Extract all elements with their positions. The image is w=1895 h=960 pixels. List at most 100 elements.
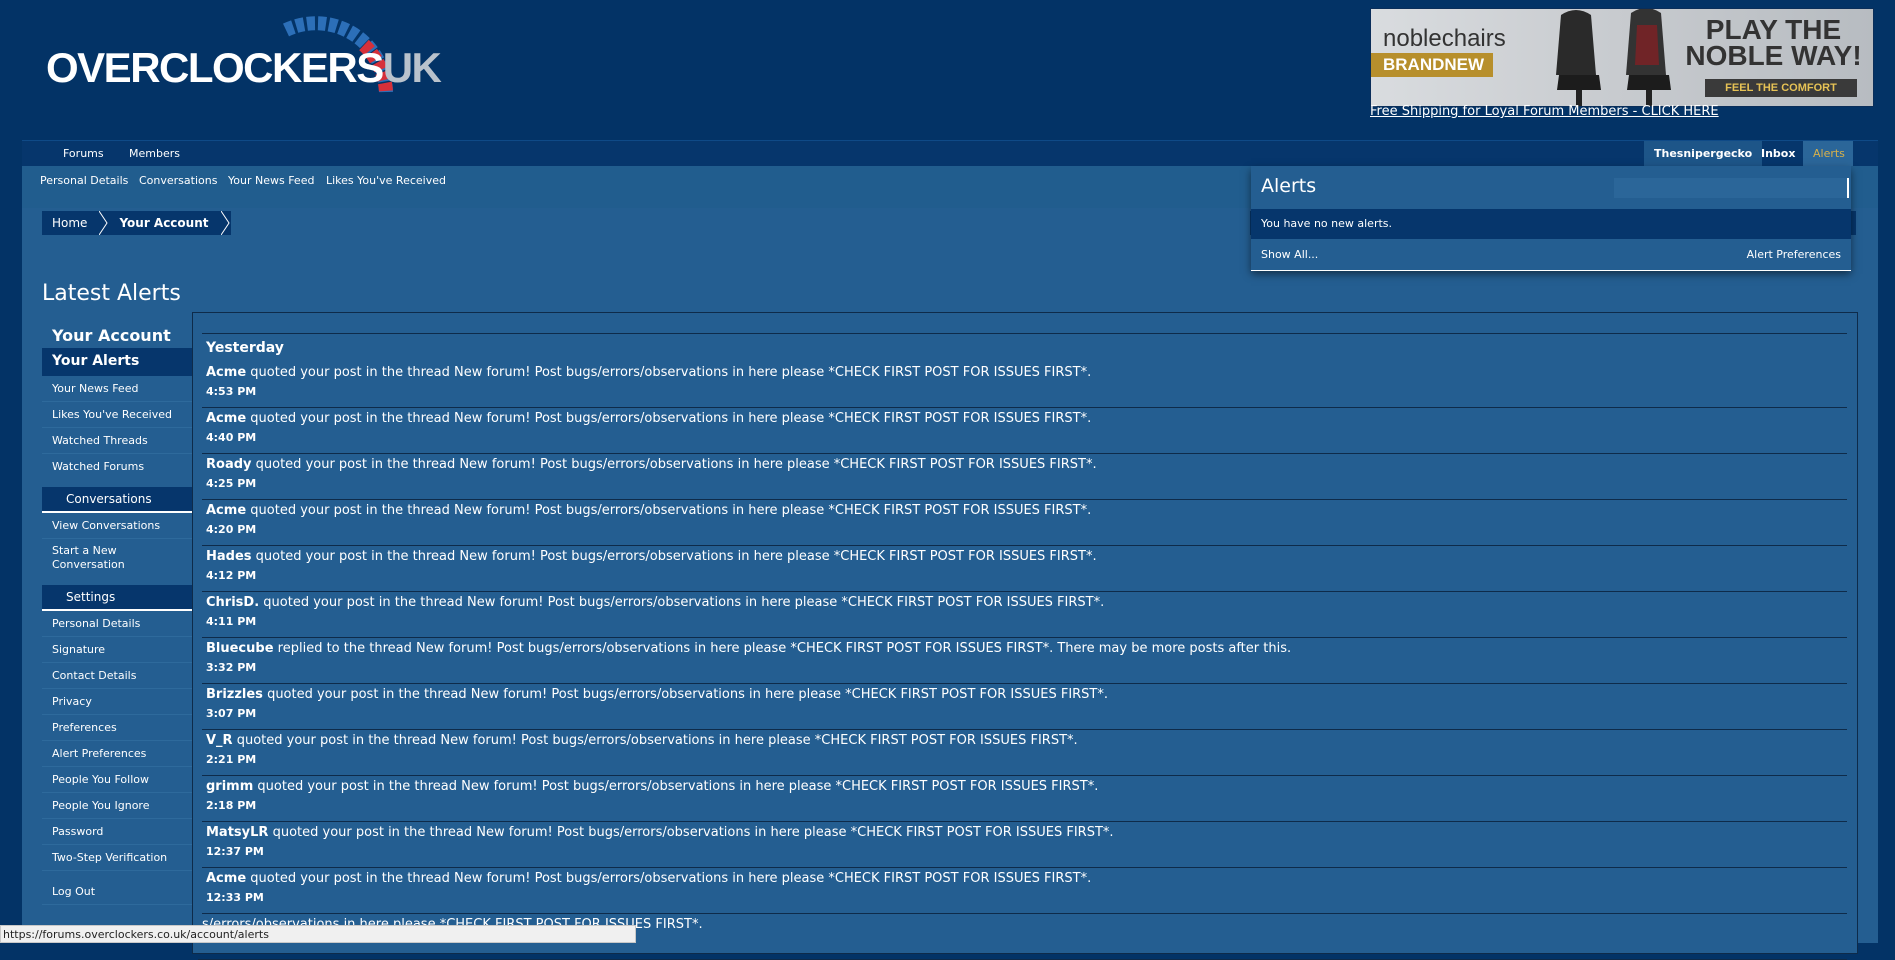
breadcrumb-home[interactable]: Home — [42, 211, 99, 235]
alert-username-link[interactable]: Hades — [206, 549, 252, 564]
ad-banner[interactable]: noblechairs BRANDNEW PLAY THE NOBLE WAY!… — [1370, 8, 1874, 107]
alert-line: V_R quoted your post in the thread New f… — [206, 730, 1847, 748]
alert-line: Acme quoted your post in the thread New … — [206, 868, 1847, 886]
sidebar-item-signature[interactable]: Signature — [42, 637, 192, 663]
inbox-tab[interactable]: Inbox — [1751, 141, 1805, 166]
alert-text[interactable]: quoted your post in the thread New forum… — [267, 687, 1108, 702]
banner-cta-button[interactable]: FEEL THE COMFORT — [1705, 79, 1857, 97]
alert-row[interactable]: Acme quoted your post in the thread New … — [202, 500, 1847, 546]
alert-row[interactable]: Brizzles quoted your post in the thread … — [202, 684, 1847, 730]
sidebar-item-watched-forums[interactable]: Watched Forums — [42, 454, 192, 479]
alert-time: 4:40 PM — [206, 431, 257, 444]
alert-time: 12:33 PM — [206, 891, 264, 904]
sidebar-item-logout[interactable]: Log Out — [42, 879, 192, 905]
alert-time: 4:53 PM — [206, 385, 257, 398]
alert-text[interactable]: quoted your post in the thread New forum… — [250, 871, 1091, 886]
alert-row[interactable]: Acme quoted your post in the thread New … — [202, 868, 1847, 914]
sidebar-item-people-you-follow[interactable]: People You Follow — [42, 767, 192, 793]
alerts-popup-title: Alerts — [1261, 175, 1317, 197]
sidebar-item-your-alerts[interactable]: Your Alerts — [42, 348, 192, 376]
breadcrumb: Home Your Account — [42, 211, 231, 235]
banner-tagline: PLAY THE NOBLE WAY! — [1685, 14, 1862, 71]
sidebar-item-start-conversation[interactable]: Start a New Conversation — [42, 539, 192, 577]
alert-username-link[interactable]: ChrisD. — [206, 595, 259, 610]
alert-line: Acme quoted your post in the thread New … — [206, 408, 1847, 426]
alert-text[interactable]: quoted your post in the thread New forum… — [256, 549, 1097, 564]
sidebar-item-watched-threads[interactable]: Watched Threads — [42, 428, 192, 454]
breadcrumb-separator-icon — [220, 211, 231, 235]
alert-time: 4:11 PM — [206, 615, 257, 628]
alerts-show-all-link[interactable]: Show All... — [1261, 239, 1318, 270]
sidebar-item-likes[interactable]: Likes You've Received — [42, 402, 192, 428]
logo-suffix-text: UK — [382, 44, 442, 91]
alert-text[interactable]: quoted your post in the thread New forum… — [256, 457, 1097, 472]
alert-text[interactable]: quoted your post in the thread New forum… — [257, 779, 1098, 794]
subnav-likes[interactable]: Likes You've Received — [326, 174, 446, 187]
alert-username-link[interactable]: MatsyLR — [206, 825, 268, 840]
alert-line: Roady quoted your post in the thread New… — [206, 454, 1847, 472]
alert-text[interactable]: quoted your post in the thread New forum… — [263, 595, 1104, 610]
sidebar-item-contact-details[interactable]: Contact Details — [42, 663, 192, 689]
alerts-popup-empty-message: You have no new alerts. — [1251, 209, 1851, 239]
alert-row[interactable]: Acme quoted your post in the thread New … — [202, 362, 1847, 408]
breadcrumb-your-account[interactable]: Your Account — [109, 211, 220, 235]
alert-row[interactable]: Roady quoted your post in the thread New… — [202, 454, 1847, 500]
subnav-personal-details[interactable]: Personal Details — [40, 174, 128, 187]
alert-text[interactable]: quoted your post in the thread New forum… — [237, 733, 1078, 748]
alert-text[interactable]: quoted your post in the thread New forum… — [250, 365, 1091, 380]
sidebar-item-alert-preferences[interactable]: Alert Preferences — [42, 741, 192, 767]
alert-line: Acme quoted your post in the thread New … — [206, 500, 1847, 518]
alert-text[interactable]: quoted your post in the thread New forum… — [273, 825, 1114, 840]
main-navbar: Forums Members Thesnipergecko Inbox Aler… — [22, 140, 1878, 167]
alert-line: Acme quoted your post in the thread New … — [206, 362, 1847, 380]
sidebar-section-settings: Settings — [42, 585, 192, 611]
sidebar-item-two-step[interactable]: Two-Step Verification — [42, 845, 192, 871]
sidebar-item-view-conversations[interactable]: View Conversations — [42, 513, 192, 539]
alert-row[interactable]: Hades quoted your post in the thread New… — [202, 546, 1847, 592]
sidebar-heading[interactable]: Your Account — [42, 322, 192, 348]
alert-username-link[interactable]: Acme — [206, 365, 246, 380]
alert-time: 3:32 PM — [206, 661, 257, 674]
alert-line: Bluecube replied to the thread New forum… — [206, 638, 1847, 656]
alert-username-link[interactable]: Roady — [206, 457, 252, 472]
alert-time: 4:25 PM — [206, 477, 257, 490]
alert-row[interactable]: grimm quoted your post in the thread New… — [202, 776, 1847, 822]
sidebar-item-password[interactable]: Password — [42, 819, 192, 845]
tab-forums[interactable]: Forums — [63, 147, 104, 160]
site-logo[interactable]: OVERCLOCKERSUK — [44, 10, 442, 100]
alert-line: ChrisD. quoted your post in the thread N… — [206, 592, 1847, 610]
alert-line: Hades quoted your post in the thread New… — [206, 546, 1847, 564]
sidebar-item-privacy[interactable]: Privacy — [42, 689, 192, 715]
alert-username-link[interactable]: grimm — [206, 779, 253, 794]
alert-row[interactable]: ChrisD. quoted your post in the thread N… — [202, 592, 1847, 638]
username-tab[interactable]: Thesnipergecko — [1644, 141, 1763, 166]
alert-line: Brizzles quoted your post in the thread … — [206, 684, 1847, 702]
banner-badge: BRANDNEW — [1371, 53, 1493, 77]
alerts-day-heading: Yesterday — [206, 340, 284, 356]
alert-text[interactable]: quoted your post in the thread New forum… — [250, 411, 1091, 426]
alert-row[interactable]: Bluecube replied to the thread New forum… — [202, 638, 1847, 684]
alert-username-link[interactable]: Acme — [206, 411, 246, 426]
tab-members[interactable]: Members — [129, 147, 180, 160]
alert-row[interactable]: Acme quoted your post in the thread New … — [202, 408, 1847, 454]
sidebar-section-conversations: Conversations — [42, 487, 192, 513]
alert-row[interactable]: V_R quoted your post in the thread New f… — [202, 730, 1847, 776]
browser-status-bar: https://forums.overclockers.co.uk/accoun… — [0, 925, 636, 943]
alert-username-link[interactable]: Acme — [206, 503, 246, 518]
sidebar-item-people-you-ignore[interactable]: People You Ignore — [42, 793, 192, 819]
sidebar-item-personal-details[interactable]: Personal Details — [42, 611, 192, 637]
subnav-conversations[interactable]: Conversations — [139, 174, 217, 187]
alert-username-link[interactable]: Acme — [206, 871, 246, 886]
alert-text[interactable]: replied to the thread New forum! Post bu… — [278, 641, 1291, 656]
sidebar-item-news-feed[interactable]: Your News Feed — [42, 376, 192, 402]
alert-text[interactable]: quoted your post in the thread New forum… — [250, 503, 1091, 518]
alerts-tab[interactable]: Alerts — [1803, 141, 1853, 166]
sidebar-item-preferences[interactable]: Preferences — [42, 715, 192, 741]
alert-username-link[interactable]: Bluecube — [206, 641, 274, 656]
shipping-link[interactable]: Free Shipping for Loyal Forum Members - … — [1370, 104, 1719, 119]
subnav-news-feed[interactable]: Your News Feed — [228, 174, 314, 187]
alert-row[interactable]: MatsyLR quoted your post in the thread N… — [202, 822, 1847, 868]
alert-username-link[interactable]: Brizzles — [206, 687, 263, 702]
alert-username-link[interactable]: V_R — [206, 733, 233, 748]
alerts-preferences-link[interactable]: Alert Preferences — [1747, 239, 1841, 270]
